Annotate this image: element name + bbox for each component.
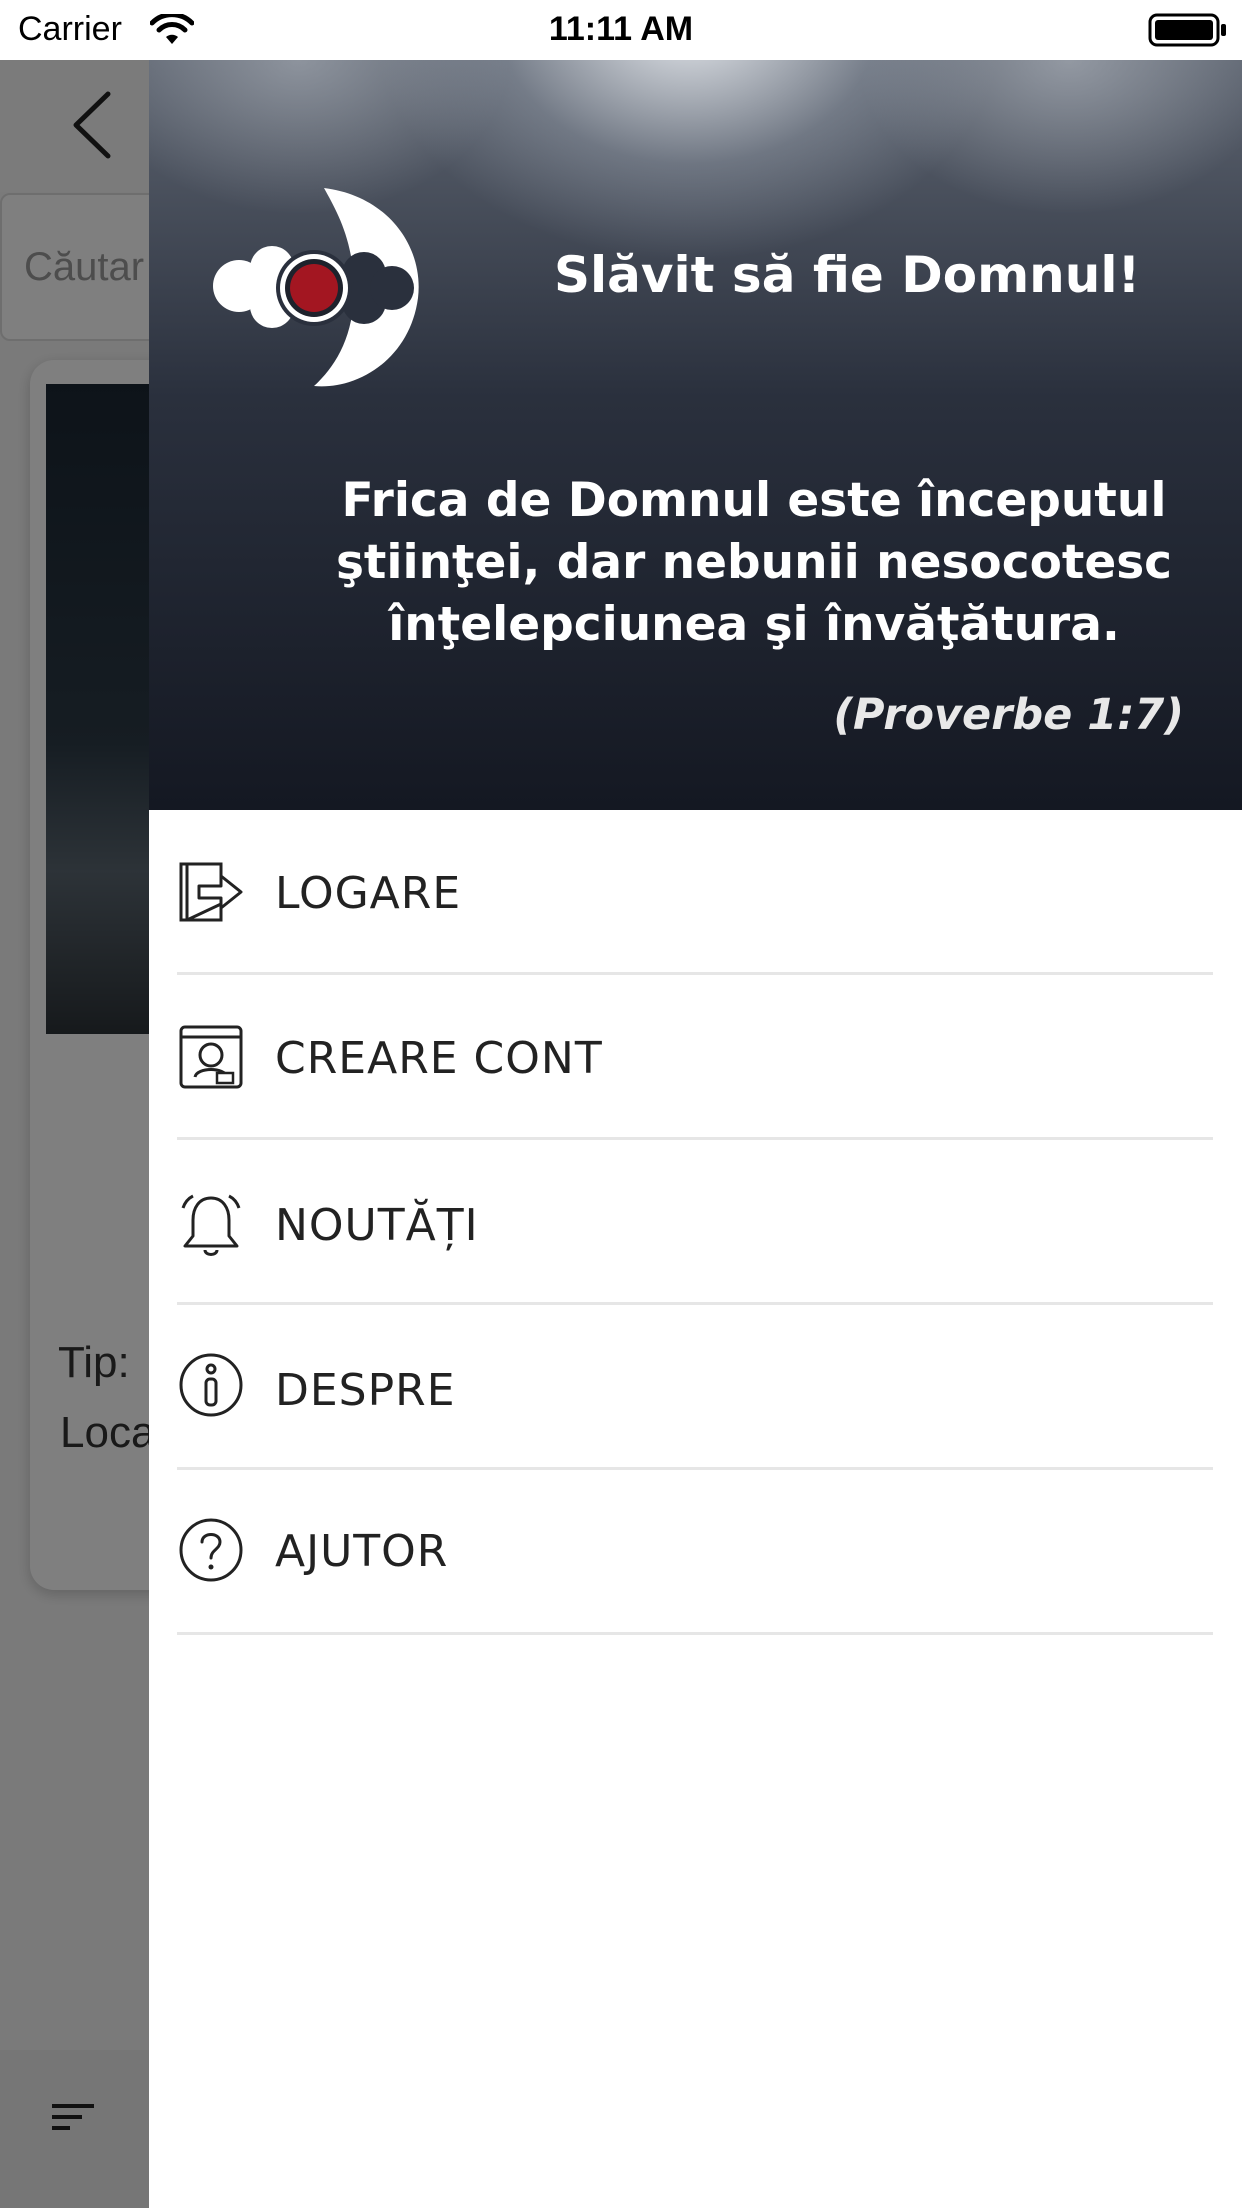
menu-item-noutati[interactable]: NOUTĂȚI: [177, 1140, 1213, 1305]
menu-label-noutati: NOUTĂȚI: [275, 1200, 479, 1251]
login-icon: [179, 862, 243, 922]
battery-icon: [1148, 13, 1226, 47]
help-icon: [179, 1518, 243, 1582]
menu-label-despre: DESPRE: [275, 1365, 456, 1416]
menu-item-logare[interactable]: LOGARE: [177, 810, 1213, 975]
navigation-drawer: Slăvit să fie Domnul! Frica de Domnul es…: [149, 60, 1242, 2208]
drawer-header: Slăvit să fie Domnul! Frica de Domnul es…: [149, 60, 1242, 810]
bell-icon: [181, 1194, 241, 1256]
menu-item-despre[interactable]: DESPRE: [177, 1305, 1213, 1470]
quote-reference: (Proverbe 1:7): [833, 690, 1184, 740]
status-bar: Carrier 11:11 AM: [0, 0, 1242, 60]
app-logo: [213, 188, 419, 387]
bible-quote: Frica de Domnul este începutul ştiinţei,…: [335, 473, 1173, 652]
drawer-menu: LOGARE CREARE CONT NOUTĂȚI DESPRE AJUTOR: [177, 810, 1213, 1635]
create-account-icon: [179, 1025, 243, 1089]
menu-item-creare-cont[interactable]: CREARE CONT: [177, 975, 1213, 1140]
status-time: 11:11 AM: [548, 10, 694, 48]
info-icon: [179, 1353, 243, 1417]
menu-label-logare: LOGARE: [275, 868, 462, 919]
menu-label-ajutor: AJUTOR: [275, 1526, 449, 1577]
drawer-title: Slăvit să fie Domnul!: [554, 246, 1141, 304]
menu-item-ajutor[interactable]: AJUTOR: [177, 1470, 1213, 1635]
menu-label-creare-cont: CREARE CONT: [275, 1033, 603, 1084]
